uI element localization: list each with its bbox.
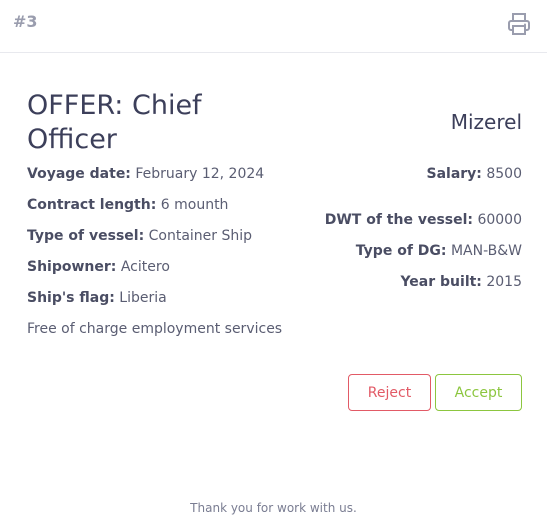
footer-text: Thank you for work with us. [190,501,357,515]
field-label: DWT of the vessel: [324,212,473,228]
field-value: MAN-B&W [450,243,522,259]
dg-type-field: Type of DG: MAN-B&W [356,243,522,259]
shipowner-field: Shipowner: Acitero [27,259,170,275]
field-value: 2015 [486,274,522,290]
printer-icon[interactable] [506,11,532,37]
vessel-type-field: Type of vessel: Container Ship [27,228,252,244]
field-label: Type of vessel: [27,228,145,244]
field-label: Salary: [426,166,482,182]
field-label: Shipowner: [27,259,117,275]
voyage-date-field: Voyage date: February 12, 2024 [27,166,264,182]
field-label: Year built: [400,274,482,290]
year-built-field: Year built: 2015 [400,274,522,290]
field-label: Ship's flag: [27,290,115,306]
field-value: Acitero [120,259,170,275]
field-value: Liberia [119,290,167,306]
field-value: February 12, 2024 [135,166,265,182]
top-bar: #3 [0,0,547,53]
dwt-field: DWT of the vessel: 60000 [325,212,522,228]
offer-title: OFFER: Chief Officer [27,90,202,155]
field-label: Voyage date: [27,166,131,182]
ship-flag-field: Ship's flag: Liberia [27,290,167,306]
field-label: Type of DG: [355,243,447,259]
salary-field: Salary: 8500 [427,166,523,182]
reject-button[interactable]: Reject [348,374,431,411]
accept-button[interactable]: Accept [435,374,522,411]
service-note: Free of charge employment services [27,321,283,337]
field-value: Container Ship [148,228,253,244]
field-label: Contract length: [27,197,157,213]
contract-length-field: Contract length: 6 mounth [27,197,228,213]
company-name: Mizerel [450,110,522,134]
offer-number: #3 [13,12,38,31]
field-value: 6 mounth [160,197,229,213]
field-value: 8500 [486,166,522,182]
field-value: 60000 [477,212,522,228]
